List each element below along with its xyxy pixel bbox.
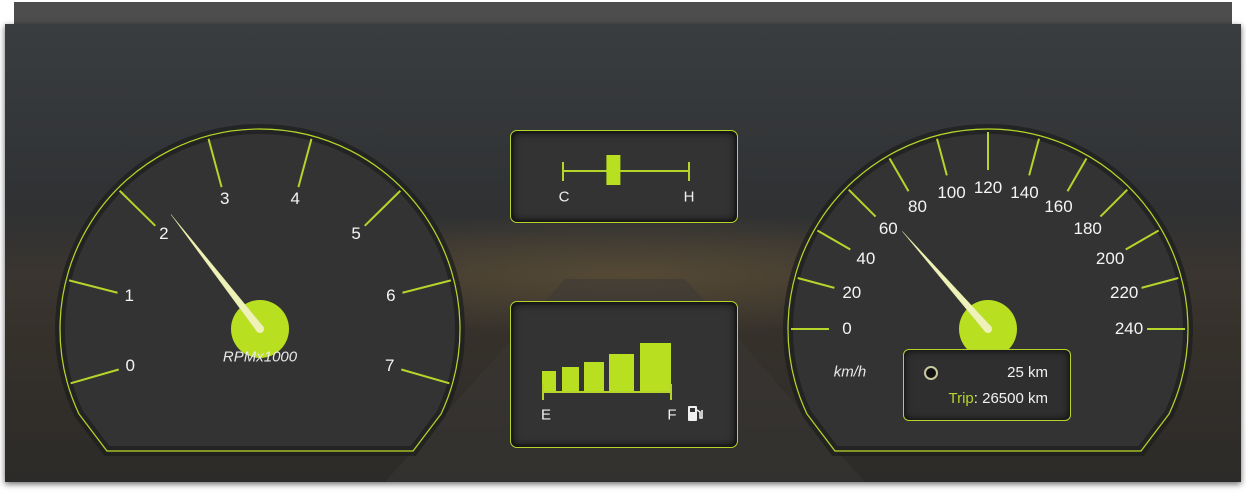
needle-pivot xyxy=(984,325,992,333)
fuel-empty-label: E xyxy=(540,406,552,424)
dial-tick-label: 0 xyxy=(842,319,852,338)
dial-tick-label: 220 xyxy=(1110,282,1139,302)
dashboard-panel: RPMx1000 0 1 2 3 4 5 6 7 C H E F km/h 0 20 40 60 80… xyxy=(5,24,1241,482)
dial-tick-label: 0 xyxy=(125,356,135,376)
temperature-cold-label: C xyxy=(558,188,570,206)
window-top-bar xyxy=(14,2,1232,24)
dial-tick-label: 7 xyxy=(385,356,395,376)
dial-face xyxy=(59,128,461,452)
odometer-display: 25 km Trip: 26500 km xyxy=(903,349,1071,421)
dial-tick-label: 20 xyxy=(842,282,862,302)
dial-tick-label: 200 xyxy=(1095,248,1125,268)
fuel-level-bar xyxy=(640,343,671,391)
fuel-full-label: F xyxy=(667,406,677,424)
fuel-level-bar xyxy=(542,371,556,391)
dial-tick-label: 6 xyxy=(386,285,396,305)
dial-tick-label: 3 xyxy=(220,188,230,208)
temp-indicator xyxy=(606,155,621,185)
fuel-level-bar xyxy=(609,354,634,391)
trip-reset-knob[interactable] xyxy=(924,366,938,380)
dial-tick-label: 240 xyxy=(1114,319,1144,338)
dial-tick-label: 100 xyxy=(937,182,966,202)
dial-tick-label: 80 xyxy=(908,196,927,216)
fuel-gauge: E F xyxy=(510,301,738,448)
temperature-gauge: C H xyxy=(510,130,738,223)
dial-tick-label: 180 xyxy=(1073,219,1102,239)
dial-tick-label: 5 xyxy=(351,224,361,244)
dial-tick-label: 160 xyxy=(1044,196,1073,216)
dial-tick-label: 2 xyxy=(159,224,169,244)
dial-tick-label: 1 xyxy=(124,285,134,305)
needle-pivot xyxy=(256,325,264,333)
trip-label: Trip xyxy=(948,390,974,407)
tachometer-gauge: RPMx1000 0 1 2 3 4 5 6 7 xyxy=(55,124,465,456)
speedometer-unit-label: km/h xyxy=(833,363,867,381)
trip-readout: Trip: 26500 km xyxy=(949,390,1049,407)
dial-tick-label: 60 xyxy=(878,219,898,239)
fuel-level-bar xyxy=(584,362,604,391)
dial-tick-label: 40 xyxy=(856,248,876,268)
odometer-distance: 25 km xyxy=(1007,364,1048,381)
fuel-level-bar xyxy=(562,367,579,391)
temperature-hot-label: H xyxy=(683,188,695,206)
dial-tick-label: 4 xyxy=(290,188,300,208)
trip-value: : 26500 km xyxy=(973,390,1048,407)
tachometer-unit-label: RPMx1000 xyxy=(222,348,298,366)
dial-tick-label: 140 xyxy=(1010,182,1039,202)
dial-tick-label: 120 xyxy=(973,178,1003,197)
fuel-pump-icon xyxy=(688,406,703,421)
